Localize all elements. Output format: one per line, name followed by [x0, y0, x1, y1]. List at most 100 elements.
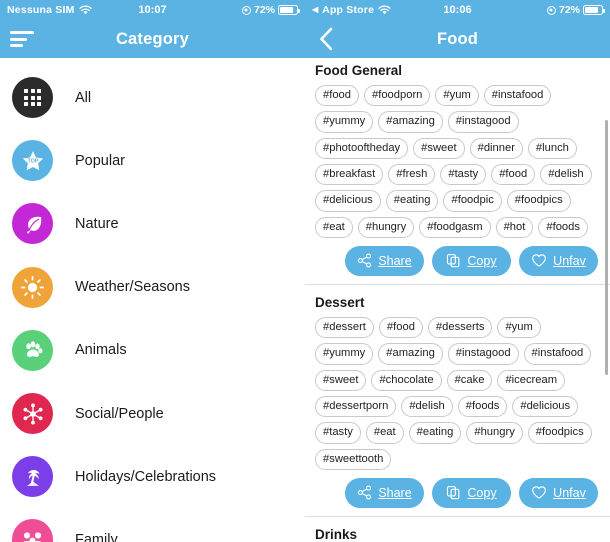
hashtag-pill[interactable]: #yummy	[315, 343, 374, 365]
hashtag-pill[interactable]: #dinner	[469, 137, 523, 159]
hashtag-pill[interactable]: #eating	[385, 190, 439, 212]
hashtag-pill[interactable]: #delish	[540, 163, 592, 186]
left-status-left: Nessuna SIM	[7, 4, 242, 16]
wifi-icon	[78, 5, 92, 15]
sidebar-item-social-people[interactable]: Social/People	[0, 382, 305, 445]
hashtag-pill[interactable]: #delicious	[315, 190, 381, 212]
section-title: Drinks	[315, 526, 358, 542]
sidebar-item-nature[interactable]: Nature	[0, 192, 305, 255]
copy-button[interactable]: Copy	[432, 245, 511, 276]
hashtag-pill[interactable]: #icecream	[497, 369, 566, 391]
share-nodes-icon	[357, 253, 372, 268]
hashtag-pill[interactable]: #yummy	[315, 111, 374, 133]
sidebar-item-family[interactable]: Family	[0, 508, 305, 542]
hashtag-pill[interactable]: #foodporn	[364, 85, 431, 107]
copy-icon	[446, 253, 461, 268]
hashtag-pill[interactable]: #hot	[495, 216, 534, 238]
hashtag-pill[interactable]: #tasty	[315, 422, 361, 444]
hashtag-pill[interactable]: #instagood	[447, 343, 519, 365]
hashtag-pill[interactable]: #foodgasm	[419, 216, 491, 238]
share-button[interactable]: Share	[345, 245, 424, 276]
share-button[interactable]: Share	[345, 477, 424, 508]
hamburger-menu-icon[interactable]	[10, 29, 36, 49]
copy-button-label: Copy	[467, 253, 497, 268]
hashtag-pill[interactable]: #eat	[365, 422, 404, 444]
hashtag-pill[interactable]: #amazing	[378, 111, 443, 133]
hashtag-pill[interactable]: #instagood	[447, 111, 519, 133]
page-title: Food	[436, 29, 479, 48]
grid-icon	[12, 77, 53, 119]
section-title: Food General	[315, 63, 403, 78]
share-nodes-icon	[357, 485, 372, 500]
dual-phone-screenshot: Nessuna SIM 10:07 72% Category All TOP P…	[0, 0, 610, 542]
hashtag-pill[interactable]: #food	[315, 85, 359, 107]
hashtag-pill[interactable]: #amazing	[378, 343, 443, 365]
leaf-icon	[12, 203, 53, 245]
right-nav-bar: Food	[305, 20, 610, 58]
network-icon	[12, 393, 53, 435]
right-status-right: 72%	[546, 4, 605, 16]
hashtag-pill[interactable]: #food	[378, 316, 423, 339]
back-to-app-label: App Store	[322, 4, 375, 16]
hashtag-sections-scroll-area[interactable]: Food General #food #foodporn #yum #insta…	[305, 58, 610, 542]
right-status-left[interactable]: ◀ App Store	[312, 4, 547, 16]
unfav-button-label: Unfav	[553, 485, 586, 500]
hashtag-pill[interactable]: #hungry	[357, 216, 415, 238]
location-arrow-icon	[241, 5, 251, 15]
section-drinks: Drinks #drinkup #glass #pub #bar #drink …	[305, 515, 610, 542]
battery-icon	[278, 5, 300, 15]
sidebar-item-weather-seasons[interactable]: Weather/Seasons	[0, 256, 305, 319]
hashtag-pill[interactable]: #delish	[401, 395, 453, 418]
hashtag-pill[interactable]: #sweet	[315, 369, 367, 391]
vertical-scrollbar[interactable]	[605, 120, 608, 375]
hashtag-pill[interactable]: #delicious	[512, 395, 579, 418]
left-nav-bar: Category	[0, 20, 305, 58]
copy-button[interactable]: Copy	[432, 477, 511, 508]
hashtag-pill[interactable]: #instafood	[523, 343, 592, 365]
hashtag-pill[interactable]: #yum	[435, 85, 479, 107]
hashtag-pill[interactable]: #instafood	[483, 85, 552, 107]
unfav-button[interactable]: Unfav	[519, 245, 598, 276]
hashtag-pill[interactable]: #sweet	[413, 137, 465, 159]
share-button-label: Share	[378, 253, 412, 268]
hashtag-pill[interactable]: #dessertporn	[315, 395, 397, 418]
hashtag-pill[interactable]: #eating	[408, 422, 462, 444]
hashtag-pill[interactable]: #foodpics	[506, 190, 571, 212]
hashtag-pill[interactable]: #fresh	[388, 163, 436, 186]
sidebar-item-label: Social/People	[75, 405, 164, 422]
hashtag-pill[interactable]: #dessert	[315, 316, 374, 339]
hashtag-pill[interactable]: #hungry	[466, 422, 523, 444]
hashtag-pill[interactable]: #cake	[446, 369, 493, 391]
sidebar-item-label: Nature	[75, 215, 119, 232]
hashtag-pill[interactable]: #foodpics	[527, 422, 592, 444]
sidebar-item-popular[interactable]: TOP Popular	[0, 129, 305, 192]
sidebar-item-label: All	[75, 89, 92, 106]
hashtag-pill[interactable]: #yum	[497, 316, 541, 339]
back-triangle-icon: ◀	[312, 5, 319, 14]
palm-tree-icon	[12, 456, 53, 498]
hashtag-pill[interactable]: #foods	[457, 395, 508, 418]
hashtag-pill[interactable]: #foods	[538, 216, 588, 238]
battery-percent-label: 72%	[253, 4, 275, 16]
hashtag-pill[interactable]: #lunch	[527, 137, 577, 159]
unfav-button-label: Unfav	[553, 253, 586, 268]
hashtag-pill[interactable]: #sweettooth	[315, 448, 392, 470]
hashtag-pill[interactable]: #desserts	[427, 316, 493, 339]
category-list: All TOP Popular Nature Weather/Seasons A…	[0, 58, 305, 542]
sidebar-item-all[interactable]: All	[0, 66, 305, 129]
right-phone-panel: ◀ App Store 10:06 72% Food Food General …	[305, 0, 610, 542]
hashtag-pill[interactable]: #breakfast	[315, 163, 384, 186]
hashtag-pill[interactable]: #chocolate	[371, 369, 442, 391]
chevron-left-icon[interactable]	[315, 27, 337, 51]
right-status-bar: ◀ App Store 10:06 72%	[305, 0, 610, 20]
sidebar-item-holidays-celebrations[interactable]: Holidays/Celebrations	[0, 445, 305, 508]
unfav-button[interactable]: Unfav	[519, 477, 598, 508]
hashtag-pill[interactable]: #foodpic	[443, 190, 502, 212]
sidebar-item-animals[interactable]: Animals	[0, 319, 305, 382]
hashtag-pill[interactable]: #photooftheday	[315, 137, 409, 159]
hashtag-pill[interactable]: #eat	[315, 216, 353, 238]
hashtag-pill[interactable]: #food	[491, 163, 536, 186]
heart-icon	[531, 253, 547, 268]
hashtag-pill[interactable]: #tasty	[440, 163, 487, 186]
tag-list: #dessert #food #desserts #yum #yummy #am…	[315, 316, 600, 470]
